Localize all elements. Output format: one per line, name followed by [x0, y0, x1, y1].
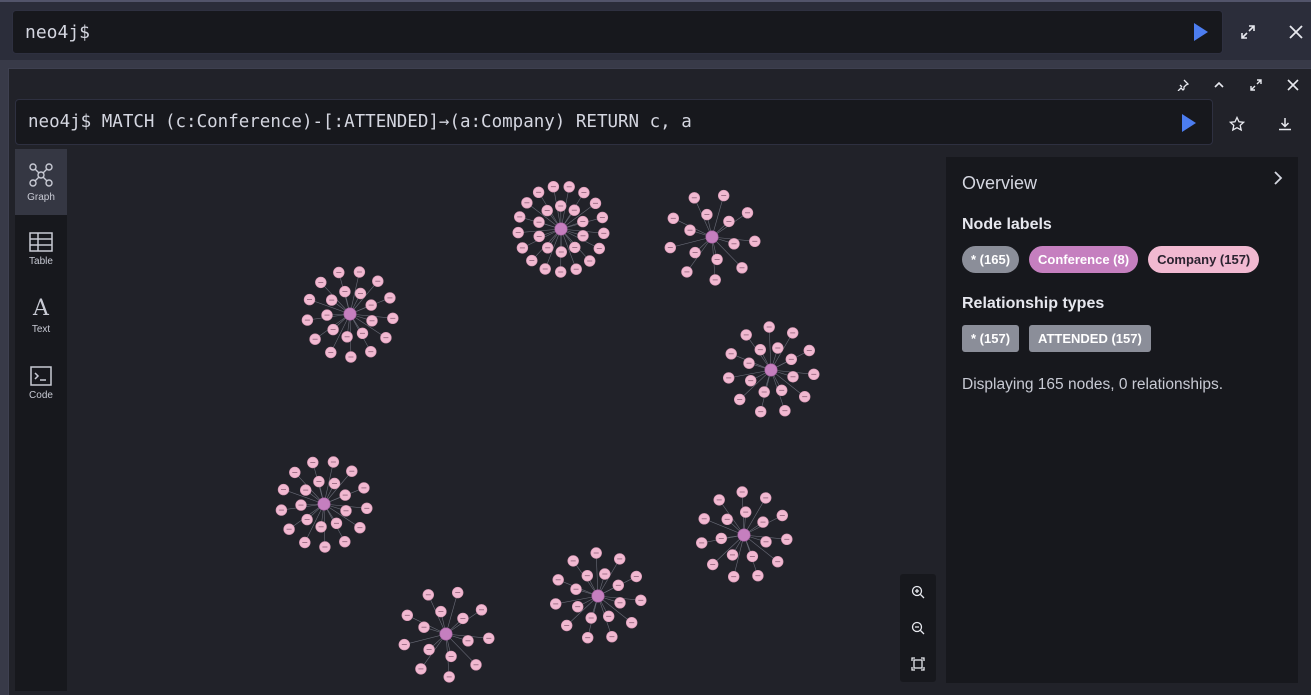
fullscreen-button[interactable] [1238, 22, 1258, 42]
conference-8-node[interactable] [439, 627, 453, 641]
chevron-right-icon [1274, 171, 1283, 185]
cypher-query [91, 112, 102, 132]
frame-query-editor[interactable]: neo4j$ MATCH (c:Conference)-[:ATTENDED]→… [15, 99, 1213, 145]
conference-3-node[interactable] [343, 307, 357, 321]
relationship-types-heading: Relationship types [962, 295, 1105, 312]
close-icon [1287, 79, 1299, 91]
cypher-query-text: MATCH (c:Conference)-[:ATTENDED]→(a:Comp… [101, 112, 692, 132]
zoom-out-button[interactable] [909, 619, 927, 637]
overview-panel: Overview Node labels * (165) Conference … [946, 157, 1298, 683]
rerun-query-button[interactable] [1181, 114, 1197, 132]
node-label-conference[interactable]: Conference (8) [1029, 246, 1139, 273]
table-icon [29, 231, 53, 252]
zoom-out-icon [911, 621, 925, 635]
run-query-button[interactable] [1192, 22, 1210, 42]
play-icon [1182, 114, 1196, 132]
relationship-type-attended[interactable]: ATTENDED (157) [1029, 325, 1151, 352]
display-status: Displaying 165 nodes, 0 relationships. [962, 376, 1224, 393]
star-icon [1229, 116, 1245, 132]
view-graph-button[interactable]: Graph [15, 149, 67, 215]
view-code-label: Code [29, 389, 53, 401]
download-icon [1279, 118, 1291, 131]
conference-5-node[interactable] [317, 497, 331, 511]
frame-prompt: neo4j$ [28, 112, 92, 132]
play-icon [1194, 23, 1208, 41]
conference-4-node[interactable] [764, 363, 778, 377]
graph-canvas[interactable] [71, 149, 941, 691]
view-graph-label: Graph [27, 191, 55, 203]
editor-prompt: neo4j$ [25, 21, 91, 43]
pin-button[interactable] [1175, 77, 1191, 93]
node-label-company[interactable]: Company (157) [1148, 246, 1260, 273]
code-icon [30, 365, 52, 386]
close-frame-button[interactable] [1285, 77, 1301, 93]
zoom-controls [900, 574, 936, 682]
view-text-label: Text [31, 323, 51, 335]
collapse-button[interactable] [1211, 77, 1227, 93]
zoom-in-icon [911, 585, 925, 599]
node-labels-heading: Node labels [962, 216, 1052, 233]
expand-icon [1241, 25, 1255, 39]
fit-screen-icon [911, 657, 925, 671]
view-sidebar: Graph Table A Text Code [15, 149, 67, 691]
graph-icon [29, 162, 53, 187]
expand-icon [1250, 79, 1262, 91]
view-table-button[interactable]: Table [15, 216, 67, 282]
chevron-up-icon [1214, 81, 1224, 88]
close-editor-button[interactable] [1284, 20, 1308, 44]
view-table-label: Table [29, 255, 53, 267]
download-button[interactable] [1275, 114, 1295, 134]
top-command-bar: neo4j$ [0, 0, 1311, 60]
text-icon: A [33, 295, 49, 321]
conference-2-node[interactable] [705, 230, 719, 244]
collapse-overview-button[interactable] [1272, 169, 1284, 192]
fit-to-screen-button[interactable] [909, 655, 927, 673]
result-frame: neo4j$ MATCH (c:Conference)-[:ATTENDED]→… [8, 68, 1311, 695]
view-text-button[interactable]: A Text [15, 283, 67, 349]
favorite-button[interactable] [1227, 114, 1247, 134]
overview-title: Overview [962, 173, 1038, 193]
relationship-type-all[interactable]: * (157) [962, 325, 1020, 352]
zoom-in-button[interactable] [909, 583, 927, 601]
conference-7-node[interactable] [591, 589, 605, 603]
frame-fullscreen-button[interactable] [1248, 77, 1264, 93]
node-labels-list: * (165) Conference (8) Company (157) [962, 246, 1282, 273]
conference-6-node[interactable] [737, 528, 751, 542]
relationship-types-list: * (157) ATTENDED (157) [962, 325, 1282, 352]
top-query-editor[interactable]: neo4j$ [12, 10, 1223, 54]
pin-icon [1177, 79, 1189, 91]
close-icon [1289, 25, 1303, 39]
conference-1-node[interactable] [554, 222, 568, 236]
node-label-all[interactable]: * (165) [962, 246, 1020, 273]
view-code-button[interactable]: Code [15, 350, 67, 416]
